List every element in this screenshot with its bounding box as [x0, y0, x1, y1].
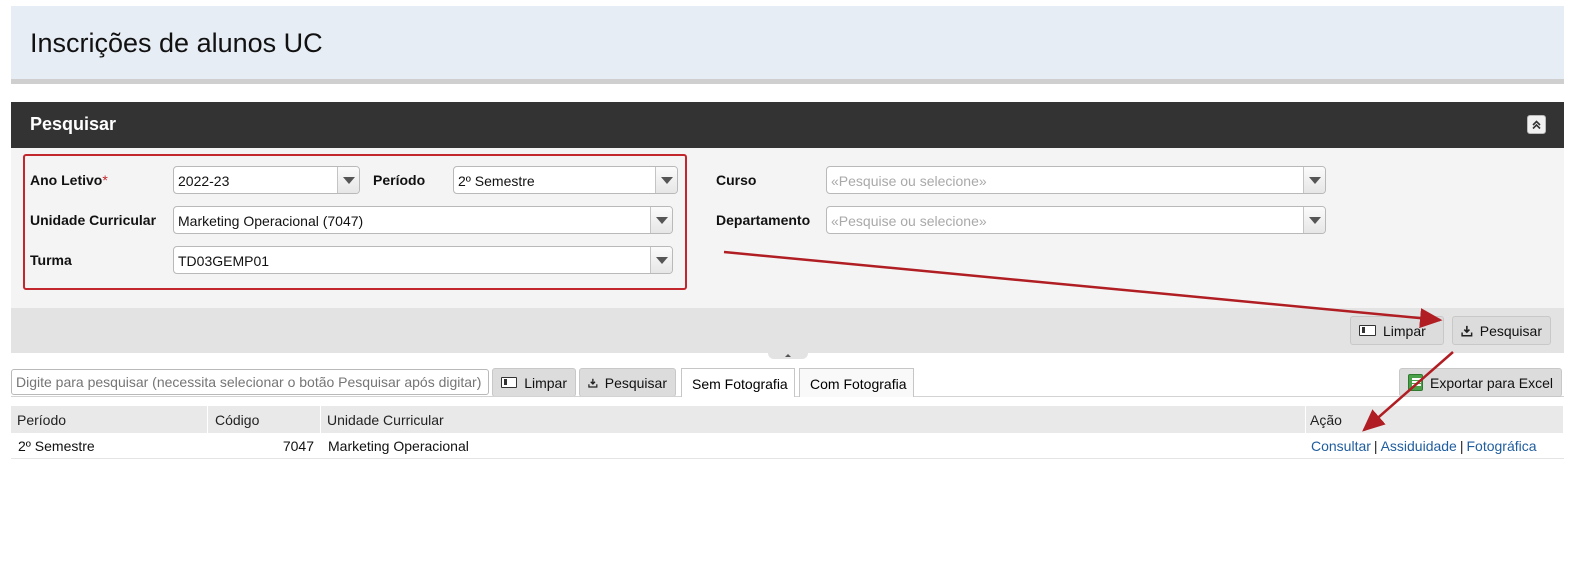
column-header-codigo[interactable]: Código [209, 406, 321, 433]
chevron-down-icon[interactable] [1303, 207, 1325, 233]
excel-icon [1408, 374, 1424, 391]
curso-select[interactable]: «Pesquise ou selecione» [826, 166, 1326, 194]
page-title: Inscrições de alunos UC [30, 28, 323, 58]
results-search-input[interactable] [11, 369, 489, 395]
consultar-link[interactable]: Consultar [1311, 438, 1371, 454]
results-clear-label: Limpar [524, 374, 567, 391]
results-table-header: Período Código Unidade Curricular Ação [11, 406, 1564, 433]
tab-com-fotografia[interactable]: Com Fotografia [799, 368, 914, 397]
assiduidade-link[interactable]: Assiduidade [1381, 438, 1457, 454]
chevron-down-icon[interactable] [1303, 167, 1325, 193]
departamento-label: Departamento [716, 212, 811, 228]
curso-placeholder: «Pesquise ou selecione» [831, 173, 987, 189]
search-clear-button[interactable]: Limpar [1350, 316, 1444, 345]
departamento-placeholder: «Pesquise ou selecione» [831, 213, 987, 229]
column-header-acao: Ação [1304, 406, 1564, 433]
tab-sem-fotografia[interactable]: Sem Fotografia [681, 368, 795, 397]
results-search-label: Pesquisar [604, 374, 667, 391]
cell-periodo: 2º Semestre [18, 438, 95, 454]
export-excel-button[interactable]: Exportar para Excel [1399, 368, 1562, 397]
table-row: 2º Semestre 7047 Marketing Operacional C… [11, 433, 1564, 459]
page-header: Inscrições de alunos UC [11, 6, 1564, 84]
collapse-icon[interactable] [1527, 115, 1546, 134]
cell-acao: Consultar | Assiduidade | Fotográfica [1304, 433, 1564, 458]
eraser-icon [501, 377, 518, 388]
results-clear-button[interactable]: Limpar [492, 368, 576, 397]
column-header-unidade-curricular[interactable]: Unidade Curricular [321, 406, 1306, 433]
results-search-button[interactable]: Pesquisar [579, 368, 676, 397]
highlight-annotation-box [23, 154, 687, 290]
search-submit-label: Pesquisar [1479, 322, 1542, 339]
fotografica-link[interactable]: Fotográfica [1466, 438, 1536, 454]
splitter-handle[interactable] [768, 353, 808, 359]
cell-codigo: 7047 [282, 438, 314, 454]
search-section-bar[interactable]: Pesquisar [11, 102, 1564, 148]
search-clear-label: Limpar [1383, 322, 1426, 339]
search-section-title: Pesquisar [30, 114, 117, 134]
column-header-periodo[interactable]: Período [11, 406, 208, 433]
download-icon [588, 378, 598, 388]
cell-unidade-curricular: Marketing Operacional [328, 438, 469, 454]
download-icon [1461, 325, 1473, 337]
departamento-select[interactable]: «Pesquise ou selecione» [826, 206, 1326, 234]
curso-label: Curso [716, 172, 757, 188]
search-action-bar [11, 308, 1564, 353]
eraser-icon [1359, 325, 1376, 336]
search-submit-button[interactable]: Pesquisar [1452, 316, 1551, 345]
action-separator: | [1373, 438, 1378, 454]
export-excel-label: Exportar para Excel [1430, 374, 1553, 391]
